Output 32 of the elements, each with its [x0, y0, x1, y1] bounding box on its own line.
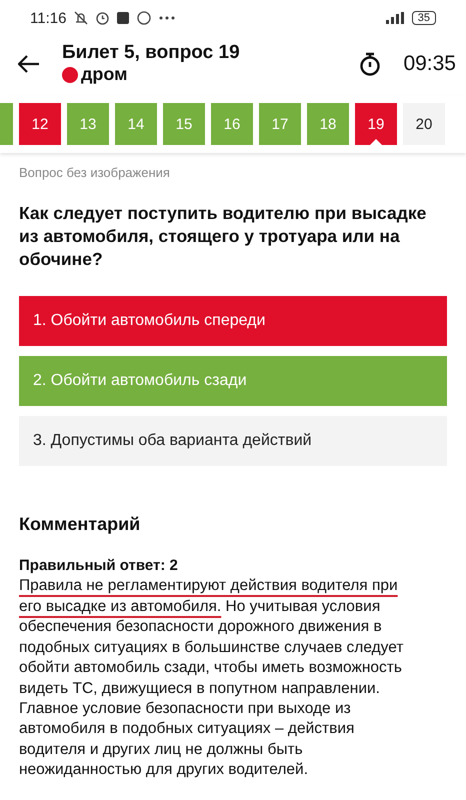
brand-logo-icon: [62, 66, 78, 82]
answer-option[interactable]: 3. Допустимы оба варианта действий: [19, 416, 447, 466]
no-image-note: Вопрос без изображения: [18, 164, 171, 180]
timer: 09:35: [403, 52, 456, 76]
battery-indicator: 35: [412, 11, 436, 25]
question-tab[interactable]: 14: [115, 103, 157, 145]
more-dots-icon: [159, 16, 176, 20]
status-time: 11:16: [30, 10, 66, 26]
correct-answer: Правильный ответ: 2: [18, 557, 179, 574]
comment-text: Правила не регламентируют действия водителя при его высадке из автомобиля. Но учитывая условия обеспечения безопасности дорожного движения в подобных ситуациях в большинстве случаев следует обойти автомобиль сзади, чтобы иметь возможность видеть ТС, движущиеся в попутном направлении. Главное условие безопасности при выходе из автомобиля в подобных ситуациях – действия водителя и других лиц не должны быть неожиданностью для других водителей.: [19, 576, 404, 780]
answer-option[interactable]: 1. Обойти автомобиль спереди: [19, 296, 447, 346]
alarm-clock-icon: [96, 12, 110, 24]
question-tab[interactable]: 18: [307, 103, 349, 145]
question-tab[interactable]: 19: [355, 103, 397, 145]
answer-option[interactable]: 2. Обойти автомобиль сзади: [19, 356, 447, 406]
stopwatch-icon: [359, 52, 382, 76]
question-tab[interactable]: 17: [259, 103, 301, 145]
question-tab[interactable]: 12: [19, 103, 61, 145]
pointer-notch: [370, 139, 382, 145]
brand-name: дром: [81, 64, 128, 85]
chat-bubble-icon: [137, 11, 152, 25]
back-arrow-icon[interactable]: [18, 54, 40, 72]
question-tab[interactable]: 13: [67, 103, 109, 145]
question-text: Как следует поступить водителю при высадке из автомобиля, стоящего у тротуара или на обочине?: [18, 202, 428, 270]
question-tab[interactable]: 20: [403, 103, 445, 145]
question-tab[interactable]: 16: [211, 103, 253, 145]
question-tab[interactable]: 15: [163, 103, 205, 145]
comment-heading: Комментарий: [18, 513, 142, 536]
message-icon: [117, 12, 130, 24]
ticket-title: Билет 5, вопрос 19: [62, 42, 241, 64]
bell-muted-icon: [74, 11, 88, 25]
signal-icon: [386, 12, 404, 24]
